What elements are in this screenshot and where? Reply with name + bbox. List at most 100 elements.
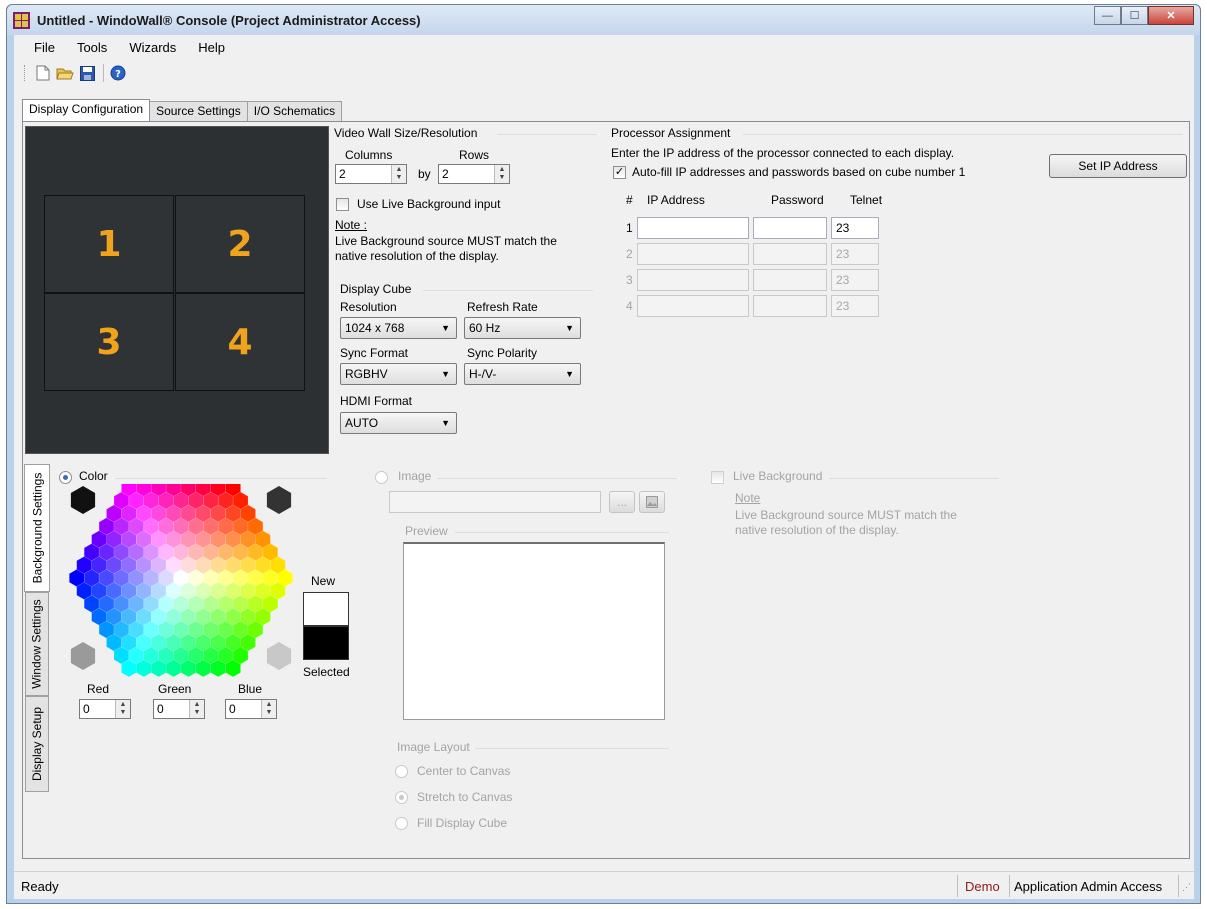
sync-polarity-select[interactable]: H-/V- ▼	[464, 363, 581, 385]
status-bar: Ready Demo Application Admin Access ⋰	[14, 871, 1194, 899]
ip-address-input[interactable]	[637, 217, 749, 239]
new-icon[interactable]	[33, 63, 53, 83]
image-path-input[interactable]	[389, 491, 601, 513]
spin-arrows-icon[interactable]: ▲ ▼	[189, 700, 204, 718]
access-level: Application Admin Access	[1014, 879, 1163, 894]
menu-help[interactable]: Help	[198, 40, 225, 55]
live-background-checkbox[interactable]	[336, 198, 349, 211]
center-to-canvas-radio[interactable]	[395, 765, 408, 778]
minimize-button[interactable]: —	[1094, 6, 1121, 25]
open-icon[interactable]	[55, 63, 75, 83]
refresh-rate-select[interactable]: 60 Hz ▼	[464, 317, 581, 339]
row-number: 2	[626, 247, 633, 261]
group-divider	[423, 290, 593, 291]
spin-arrows-icon[interactable]: ▲ ▼	[115, 700, 130, 718]
tab-display-setup[interactable]: Display Setup	[25, 696, 49, 792]
image-preview-area	[403, 542, 665, 720]
live-background-option-checkbox[interactable]	[711, 471, 724, 484]
blue-stepper[interactable]: 0 ▲ ▼	[225, 699, 277, 719]
rows-stepper[interactable]: 2 ▲ ▼	[438, 164, 510, 184]
tab-window-settings[interactable]: Window Settings	[25, 592, 49, 696]
sync-format-select[interactable]: RGBHV ▼	[340, 363, 457, 385]
row-number: 4	[626, 299, 633, 313]
color-radio[interactable]	[59, 471, 72, 484]
ip-address-input[interactable]	[637, 269, 749, 291]
tab-background-settings[interactable]: Background Settings	[24, 464, 50, 592]
red-stepper[interactable]: 0 ▲ ▼	[79, 699, 131, 719]
telnet-input[interactable]: 23	[831, 243, 879, 265]
spin-arrows-icon[interactable]: ▲ ▼	[391, 165, 406, 183]
main-tabs: Display Configuration Source Settings I/…	[22, 99, 343, 121]
cube-2[interactable]: 2	[175, 195, 305, 293]
close-button[interactable]: ✕	[1148, 6, 1194, 25]
telnet-input[interactable]: 23	[831, 217, 879, 239]
password-input[interactable]	[753, 243, 827, 265]
col-ip-header: IP Address	[647, 193, 705, 207]
autofill-checkbox[interactable]: ✓	[613, 166, 626, 179]
ip-address-input[interactable]	[637, 243, 749, 265]
rows-value[interactable]: 2	[439, 165, 494, 183]
ip-address-input[interactable]	[637, 295, 749, 317]
sync-format-label: Sync Format	[340, 346, 409, 360]
color-palette[interactable]	[69, 484, 293, 682]
password-input[interactable]	[753, 269, 827, 291]
image-icon[interactable]	[639, 491, 665, 513]
password-input[interactable]	[753, 295, 827, 317]
live-background-option-label: Live Background	[733, 469, 823, 483]
image-radio[interactable]	[375, 471, 388, 484]
spin-arrows-icon[interactable]: ▲ ▼	[494, 165, 509, 183]
green-value[interactable]: 0	[154, 700, 189, 718]
cube-4[interactable]: 4	[175, 293, 305, 391]
green-stepper[interactable]: 0 ▲ ▼	[153, 699, 205, 719]
gray-color-cell[interactable]	[266, 486, 292, 514]
chevron-down-icon: ▼	[565, 323, 574, 333]
menu-file[interactable]: File	[34, 40, 55, 55]
menu-bar: File Tools Wizards Help	[14, 35, 1194, 59]
wall-size-title: Video Wall Size/Resolution	[334, 126, 478, 140]
resolution-select[interactable]: 1024 x 768 ▼	[340, 317, 457, 339]
group-divider	[497, 134, 597, 135]
password-input[interactable]	[753, 217, 827, 239]
image-layout-label: Image Layout	[397, 740, 470, 754]
autofill-label: Auto-fill IP addresses and passwords bas…	[632, 165, 966, 179]
maximize-button[interactable]: ☐	[1121, 6, 1148, 25]
set-ip-address-button[interactable]: Set IP Address	[1049, 154, 1187, 178]
main-window: Untitled - WindoWall® Console (Project A…	[6, 4, 1201, 904]
columns-value[interactable]: 2	[336, 165, 391, 183]
fill-display-cube-label: Fill Display Cube	[417, 816, 508, 830]
save-icon[interactable]	[77, 63, 97, 83]
resize-grip-icon[interactable]: ⋰	[1182, 882, 1191, 893]
image-label: Image	[398, 469, 432, 483]
telnet-input[interactable]: 23	[831, 295, 879, 317]
toolbar-grip[interactable]	[24, 65, 27, 81]
menu-tools[interactable]: Tools	[77, 40, 107, 55]
group-divider	[437, 478, 677, 479]
tab-io-schematics[interactable]: I/O Schematics	[246, 101, 343, 121]
stretch-to-canvas-radio[interactable]	[395, 791, 408, 804]
tab-display-configuration[interactable]: Display Configuration	[22, 99, 151, 121]
group-divider	[743, 134, 1183, 135]
columns-stepper[interactable]: 2 ▲ ▼	[335, 164, 407, 184]
gray-color-cell[interactable]	[266, 642, 292, 670]
selected-color-swatch	[303, 626, 349, 660]
cube-3[interactable]: 3	[44, 293, 174, 391]
refresh-rate-label: Refresh Rate	[467, 300, 538, 314]
fill-display-cube-radio[interactable]	[395, 817, 408, 830]
menu-wizards[interactable]: Wizards	[129, 40, 176, 55]
gray-color-cell[interactable]	[70, 486, 96, 514]
spin-arrows-icon[interactable]: ▲ ▼	[261, 700, 276, 718]
hdmi-format-select[interactable]: AUTO ▼	[340, 412, 457, 434]
red-value[interactable]: 0	[80, 700, 115, 718]
note-line-1: Live Background source MUST match the	[335, 234, 557, 248]
gray-color-cell[interactable]	[70, 642, 96, 670]
tab-source-settings[interactable]: Source Settings	[149, 101, 248, 121]
cube-1[interactable]: 1	[44, 195, 174, 293]
blue-value[interactable]: 0	[226, 700, 261, 718]
browse-button[interactable]: ...	[609, 491, 635, 513]
help-icon[interactable]: ?	[108, 63, 128, 83]
chevron-down-icon: ▼	[441, 418, 450, 428]
telnet-input[interactable]: 23	[831, 269, 879, 291]
preview-label: Preview	[405, 524, 448, 538]
title-bar[interactable]: Untitled - WindoWall® Console (Project A…	[7, 5, 1200, 35]
new-color-label: New	[311, 574, 336, 588]
